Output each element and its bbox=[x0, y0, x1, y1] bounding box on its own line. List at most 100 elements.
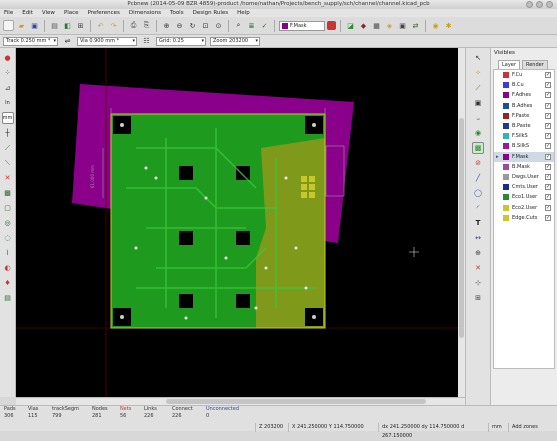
track-mode-icon[interactable]: ⇄ bbox=[410, 20, 421, 31]
menu-help[interactable]: Help bbox=[237, 10, 250, 16]
python-icon[interactable]: ◈ bbox=[384, 20, 395, 31]
module-ratsnest-icon[interactable]: ⟍ bbox=[2, 157, 14, 169]
add-module-icon[interactable]: ▣ bbox=[472, 97, 484, 109]
menu-preferences[interactable]: Preferences bbox=[88, 10, 120, 16]
layer-row[interactable]: B.Adhes ✓ bbox=[494, 101, 554, 111]
save-icon[interactable]: ▣ bbox=[29, 20, 40, 31]
add-text-icon[interactable]: T bbox=[472, 217, 484, 229]
menu-view[interactable]: View bbox=[42, 10, 55, 16]
warning-icon[interactable]: ✱ bbox=[443, 20, 454, 31]
open-folder-icon[interactable]: ▰ bbox=[16, 20, 27, 31]
add-zone-icon[interactable]: ▩ bbox=[472, 142, 484, 154]
layer-color-swatch[interactable] bbox=[503, 82, 509, 89]
horizontal-scrollbar[interactable] bbox=[16, 397, 465, 405]
active-layer-select[interactable]: F.Mask bbox=[279, 20, 325, 31]
add-target-icon[interactable]: ⊕ bbox=[472, 247, 484, 259]
polar-coords-icon[interactable]: ⊿ bbox=[2, 82, 14, 94]
layer-row[interactable]: F.SilkS ✓ bbox=[494, 131, 554, 141]
layer-color-swatch[interactable] bbox=[503, 72, 509, 79]
add-via-icon[interactable]: ◉ bbox=[472, 127, 484, 139]
layer-color-swatch[interactable] bbox=[503, 112, 509, 119]
grid-select[interactable]: Grid: 0.25 bbox=[156, 36, 206, 46]
layer-visible-checkbox[interactable]: ✓ bbox=[545, 184, 551, 191]
page-settings-icon[interactable]: ▤ bbox=[49, 20, 60, 31]
layer-row[interactable]: ▸ F.Mask ✓ bbox=[494, 151, 554, 162]
layer-row[interactable]: Eco2.User ✓ bbox=[494, 202, 554, 212]
zoom-fit-icon[interactable]: ⊡ bbox=[200, 20, 211, 31]
grid-origin-icon[interactable]: ⊞ bbox=[472, 292, 484, 304]
footprint-icon[interactable]: ▦ bbox=[371, 20, 382, 31]
layer-visible-checkbox[interactable]: ✓ bbox=[545, 194, 551, 201]
drc-icon[interactable]: ✓ bbox=[259, 20, 270, 31]
menu-tools[interactable]: Tools bbox=[170, 10, 184, 16]
add-circle-icon[interactable]: ◯ bbox=[472, 187, 484, 199]
add-arc-icon[interactable]: ◜ bbox=[472, 202, 484, 214]
menu-dimensions[interactable]: Dimensions bbox=[129, 10, 161, 16]
tab-render[interactable]: Render bbox=[521, 60, 548, 69]
freeroute-icon[interactable]: ◆ bbox=[358, 20, 369, 31]
web-icon[interactable]: ◉ bbox=[430, 20, 441, 31]
netlist-icon[interactable]: ≣ bbox=[246, 20, 257, 31]
layer-visible-checkbox[interactable]: ✓ bbox=[545, 102, 551, 109]
close-button[interactable] bbox=[546, 1, 553, 8]
module-mode-icon[interactable]: ▣ bbox=[397, 20, 408, 31]
horizontal-scroll-thumb[interactable] bbox=[166, 399, 426, 404]
layer-color-swatch[interactable] bbox=[503, 123, 509, 130]
layers-manager-icon[interactable]: ▤ bbox=[2, 292, 14, 304]
layer-visible-checkbox[interactable]: ✓ bbox=[545, 163, 551, 170]
vertical-scroll-thumb[interactable] bbox=[459, 118, 464, 338]
module-editor-icon[interactable]: ⊞ bbox=[75, 20, 86, 31]
layer-color-swatch[interactable] bbox=[503, 184, 509, 191]
layer-row[interactable]: Cmts.User ✓ bbox=[494, 182, 554, 192]
layer-row[interactable]: F.Adhes ✓ bbox=[494, 90, 554, 100]
maximize-button[interactable] bbox=[536, 1, 543, 8]
highlight-net-icon[interactable]: ✧ bbox=[472, 67, 484, 79]
add-dimension-icon[interactable]: ↔ bbox=[472, 232, 484, 244]
layer-visible-checkbox[interactable]: ✓ bbox=[545, 72, 551, 79]
layer-row[interactable]: B.Paste ✓ bbox=[494, 121, 554, 131]
pad-sketch-icon[interactable]: ◎ bbox=[2, 217, 14, 229]
local-ratsnest-icon[interactable]: ⟋ bbox=[472, 82, 484, 94]
library-icon[interactable]: ◧ bbox=[62, 20, 73, 31]
menu-edit[interactable]: Edit bbox=[22, 10, 33, 16]
grid-toggle-icon[interactable]: ⁘ bbox=[2, 67, 14, 79]
layer-color-swatch[interactable] bbox=[503, 92, 509, 99]
vertical-scrollbar[interactable] bbox=[458, 48, 465, 397]
redo-icon[interactable]: ↷ bbox=[108, 20, 119, 31]
layer-visible-checkbox[interactable]: ✓ bbox=[545, 214, 551, 221]
layer-row[interactable]: Edge.Cuts ✓ bbox=[494, 213, 554, 223]
new-board-icon[interactable] bbox=[3, 20, 14, 31]
layer-visible-checkbox[interactable]: ✓ bbox=[545, 133, 551, 140]
layer-color-swatch[interactable] bbox=[503, 194, 509, 201]
track-sketch-icon[interactable]: ⌇ bbox=[2, 247, 14, 259]
track-width-select[interactable]: Track 0.250 mm * bbox=[3, 36, 58, 46]
layer-visible-checkbox[interactable]: ✓ bbox=[545, 92, 551, 99]
minimize-button[interactable] bbox=[526, 1, 533, 8]
layer-visible-checkbox[interactable]: ✓ bbox=[545, 143, 551, 150]
high-contrast-icon[interactable]: ◐ bbox=[2, 262, 14, 274]
zoom-redraw-icon[interactable]: ↻ bbox=[187, 20, 198, 31]
layer-visible-checkbox[interactable]: ✓ bbox=[545, 112, 551, 119]
find-icon[interactable]: ⌕ bbox=[233, 20, 244, 31]
layer-visible-checkbox[interactable]: ✓ bbox=[545, 123, 551, 130]
zoom-select[interactable]: Zoom 203200 bbox=[210, 36, 260, 46]
delete-icon[interactable]: ✕ bbox=[472, 262, 484, 274]
menu-file[interactable]: File bbox=[4, 10, 13, 16]
add-graphic-line-icon[interactable]: ╱ bbox=[472, 172, 484, 184]
menu-place[interactable]: Place bbox=[64, 10, 79, 16]
pcb-canvas[interactable]: 61.000 mm bbox=[16, 48, 465, 397]
cursor-shape-icon[interactable]: ┼ bbox=[2, 127, 14, 139]
zoom-area-icon[interactable]: ⊙ bbox=[213, 20, 224, 31]
add-track-icon[interactable]: ⟓ bbox=[472, 112, 484, 124]
zone-fill-icon[interactable]: ▩ bbox=[2, 187, 14, 199]
layer-row[interactable]: F.Paste ✓ bbox=[494, 111, 554, 121]
via-sketch-icon[interactable]: ◌ bbox=[2, 232, 14, 244]
print-icon[interactable]: ⎙ bbox=[128, 20, 139, 31]
layer-color-swatch[interactable] bbox=[503, 204, 509, 211]
inch-units-icon[interactable]: In bbox=[2, 97, 14, 109]
layer-visible-checkbox[interactable]: ✓ bbox=[545, 204, 551, 211]
auto-delete-track-icon[interactable]: ✕ bbox=[2, 172, 14, 184]
layer-color-swatch[interactable] bbox=[503, 163, 509, 170]
layer-row[interactable]: Dwgs.User ✓ bbox=[494, 172, 554, 182]
tab-layer[interactable]: Layer bbox=[498, 60, 520, 69]
